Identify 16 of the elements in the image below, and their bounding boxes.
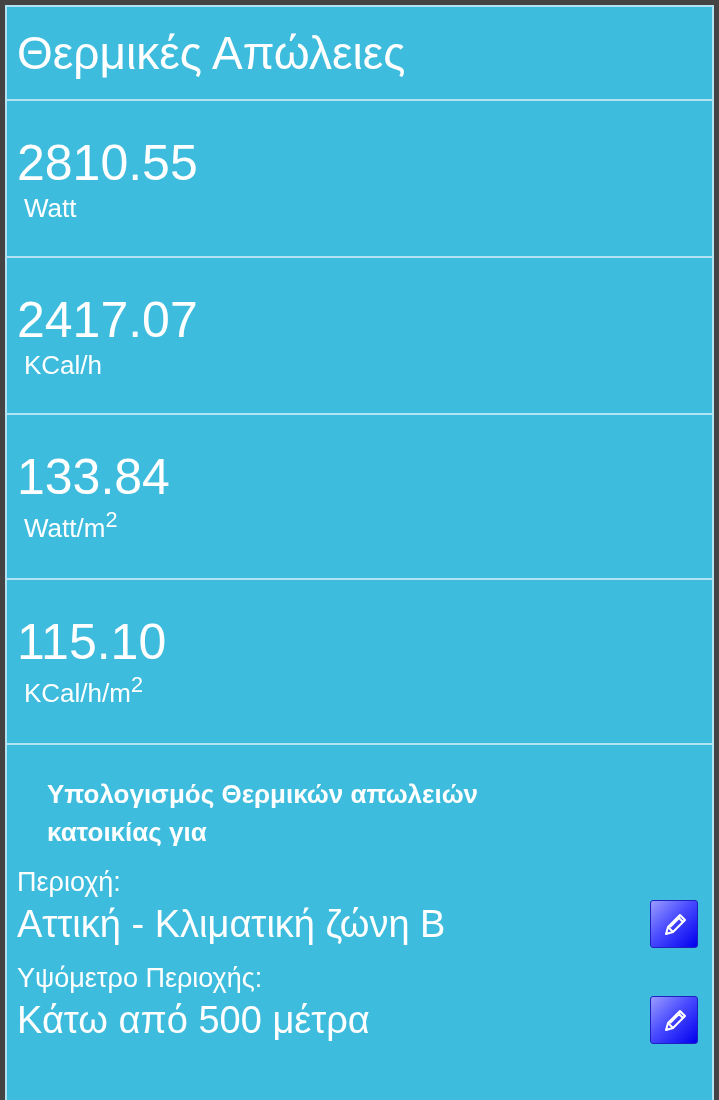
result-value: 115.10 bbox=[17, 614, 168, 670]
setting-label: Περιοχή: bbox=[17, 866, 122, 899]
result-unit: KCal/h bbox=[24, 350, 104, 381]
setting-value: Κάτω από 500 μέτρα bbox=[17, 998, 370, 1043]
description-text: Υπολογισμός Θερμικών απωλειών κατοικίας για bbox=[46, 778, 480, 849]
result-unit: KCal/h/m$^{2}$ bbox=[24, 672, 144, 709]
edit-button[interactable] bbox=[650, 996, 698, 1044]
result-value: 2417.07 bbox=[17, 292, 199, 348]
edit-button[interactable] bbox=[650, 900, 698, 948]
result-value: 2810.55 bbox=[17, 135, 199, 191]
result-unit: Watt/m$^{2}$ bbox=[24, 507, 119, 544]
result-value: 133.84 bbox=[17, 449, 171, 505]
page-title: Θερμικές Απώλειες bbox=[17, 26, 406, 80]
result-unit: Watt bbox=[24, 193, 78, 224]
setting-value: Αττική - Κλιματική ζώνη Β bbox=[17, 902, 446, 947]
setting-label: Υψόμετρο Περιοχής: bbox=[17, 962, 264, 995]
